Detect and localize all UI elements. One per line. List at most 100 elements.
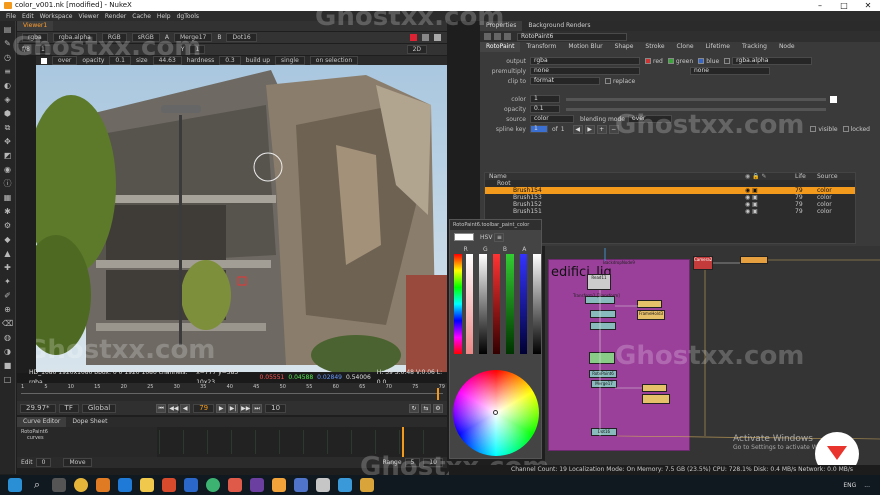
- subtab-clone[interactable]: Clone: [671, 42, 700, 52]
- minimize-icon[interactable]: –: [808, 0, 832, 11]
- other-tools-icon[interactable]: ◆: [2, 234, 13, 245]
- output-alpha-check[interactable]: [724, 58, 731, 64]
- subtab-node[interactable]: Node: [773, 42, 801, 52]
- layer-visibility-icon[interactable]: ◉ ▣: [745, 201, 795, 208]
- filter-tools-icon[interactable]: ◈: [2, 94, 13, 105]
- prev-frame-icon[interactable]: ◀: [180, 403, 191, 413]
- viewer-canvas[interactable]: Ghostxx.com: [36, 65, 447, 372]
- subtab-tracking[interactable]: Tracking: [736, 42, 773, 52]
- color-wheel-cursor[interactable]: [493, 410, 498, 415]
- vlc-icon[interactable]: [96, 478, 110, 492]
- spline-key-field[interactable]: 1: [530, 125, 548, 133]
- search-icon[interactable]: ⌕: [30, 478, 44, 492]
- task-view-icon[interactable]: [52, 478, 66, 492]
- menu-edit[interactable]: Edit: [22, 13, 34, 20]
- prop-opacity-field[interactable]: 0.1: [530, 105, 560, 113]
- whatsapp-icon[interactable]: [206, 478, 220, 492]
- color-mode-label[interactable]: HSV: [480, 234, 492, 241]
- stroke-mode-dropdown[interactable]: single: [275, 56, 305, 65]
- subtab-shape[interactable]: Shape: [609, 42, 640, 52]
- curve-count-field[interactable]: 0: [35, 458, 52, 467]
- particles-tools-icon[interactable]: ✱: [2, 206, 13, 217]
- color-swatch[interactable]: [830, 95, 837, 103]
- app-icon-gray[interactable]: [316, 478, 330, 492]
- spline-add-icon[interactable]: +: [596, 124, 607, 134]
- node-name-field[interactable]: RotoPaint6: [517, 32, 627, 41]
- green-slider[interactable]: [506, 254, 514, 354]
- color-field[interactable]: 1: [530, 95, 560, 103]
- app-icon-blue[interactable]: [118, 478, 132, 492]
- merge-tools-icon[interactable]: ⧉: [2, 122, 13, 133]
- subtab-motion-blur[interactable]: Motion Blur: [562, 42, 608, 52]
- layer-row[interactable]: Root: [485, 180, 855, 187]
- layer-row[interactable]: Brush151 ◉ ▣ 79 color: [485, 208, 855, 215]
- color-slider[interactable]: [566, 97, 826, 101]
- views-tools-icon[interactable]: ◉: [2, 164, 13, 175]
- input-b-dropdown[interactable]: Dot16: [226, 33, 257, 42]
- layer-row[interactable]: Brush152 ◉ ▣ 79 color: [485, 201, 855, 208]
- layer-row[interactable]: Brush153 ◉ ▣ 79 color: [485, 194, 855, 201]
- layer-visibility-icon[interactable]: ◉ ▣: [745, 208, 795, 215]
- chrome-icon[interactable]: [74, 478, 88, 492]
- blur-tool-icon[interactable]: ◍: [2, 332, 13, 343]
- node-close-icon[interactable]: [484, 33, 491, 40]
- dodge-tool-icon[interactable]: ◑: [2, 346, 13, 357]
- menu-file[interactable]: File: [6, 13, 16, 20]
- menu-render[interactable]: Render: [105, 13, 126, 20]
- clip-dropdown[interactable]: format: [530, 77, 600, 85]
- tab-viewer1[interactable]: Viewer1: [17, 21, 54, 31]
- eraser-tool-icon[interactable]: ⌫: [2, 318, 13, 329]
- saturation-slider[interactable]: [465, 254, 474, 354]
- layer-visibility-icon[interactable]: ◉ ▣: [745, 187, 795, 194]
- app-icon-gold[interactable]: [360, 478, 374, 492]
- view-mode-dropdown[interactable]: 2D: [406, 45, 427, 54]
- keyer-tools-icon[interactable]: ⬢: [2, 108, 13, 119]
- toolsets-icon[interactable]: ⚙: [2, 220, 13, 231]
- viewer-white-icon[interactable]: □: [2, 374, 13, 385]
- channel-tools-icon[interactable]: ≡: [2, 66, 13, 77]
- menu-help[interactable]: Help: [157, 13, 171, 20]
- timeline-playhead[interactable]: [437, 388, 439, 400]
- deep-tools-icon[interactable]: ▦: [2, 192, 13, 203]
- on-selection-dropdown[interactable]: on selection: [309, 56, 359, 65]
- node-graph[interactable]: BackdropNode9 edifici_ljq Read11 Transfo…: [545, 246, 880, 466]
- premultiply-dropdown[interactable]: none: [530, 67, 640, 75]
- subtab-lifetime[interactable]: Lifetime: [700, 42, 736, 52]
- next-frame-icon[interactable]: ▶|: [228, 403, 239, 413]
- tab-background-renders[interactable]: Background Renders: [522, 21, 596, 31]
- transform-tools-icon[interactable]: ✥: [2, 136, 13, 147]
- fps-field[interactable]: 29.97*: [20, 403, 56, 413]
- tab-dope-sheet[interactable]: Dope Sheet: [66, 417, 113, 427]
- file-explorer-icon[interactable]: [140, 478, 154, 492]
- node-help-icon[interactable]: [504, 33, 511, 40]
- first-frame-icon[interactable]: ⏮: [156, 403, 167, 413]
- gizmo-tools-icon[interactable]: ✦: [2, 276, 13, 287]
- close-icon[interactable]: ✕: [856, 0, 880, 11]
- replace-check[interactable]: [605, 78, 611, 84]
- source-dropdown[interactable]: color: [530, 115, 574, 123]
- subtab-transform[interactable]: Transform: [520, 42, 562, 52]
- play-icon[interactable]: ▶: [216, 403, 227, 413]
- after-effects-icon[interactable]: [250, 478, 264, 492]
- layer-row[interactable]: Brush154 ◉ ▣ 79 color: [485, 187, 855, 194]
- 3d-tools-icon[interactable]: ◩: [2, 150, 13, 161]
- value-slider[interactable]: [479, 254, 487, 354]
- timeline[interactable]: 1 5 10 15 20 25 30 35 40 45 50 55 60 65 70 75 79: [17, 383, 447, 401]
- color-mode-toggle-icon[interactable]: ≡: [494, 232, 505, 242]
- current-frame-field[interactable]: 79: [193, 403, 215, 413]
- locked-check[interactable]: [842, 126, 849, 132]
- current-color-swatch[interactable]: [454, 233, 474, 241]
- app-icon-photoshop[interactable]: [184, 478, 198, 492]
- output-dropdown[interactable]: rgba: [530, 57, 640, 65]
- bounce-icon[interactable]: ⇆: [421, 403, 431, 413]
- furnace-tools-icon[interactable]: ▲: [2, 248, 13, 259]
- hardness-field[interactable]: 0.3: [219, 56, 241, 65]
- output-blue-check[interactable]: [698, 58, 705, 64]
- maximize-icon[interactable]: □: [832, 0, 856, 11]
- output-green-check[interactable]: [667, 58, 674, 64]
- curve-tree-curves[interactable]: curves: [21, 435, 153, 441]
- last-frame-icon[interactable]: ⏭: [252, 403, 263, 413]
- frame-step-field[interactable]: 10: [265, 403, 287, 413]
- app-icon-red[interactable]: [162, 478, 176, 492]
- alpha-slider[interactable]: [533, 254, 542, 354]
